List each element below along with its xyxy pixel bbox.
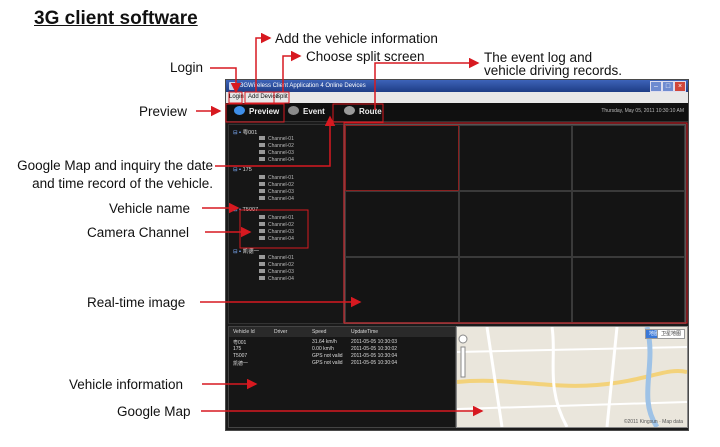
annotation-arrows: [196, 32, 688, 417]
